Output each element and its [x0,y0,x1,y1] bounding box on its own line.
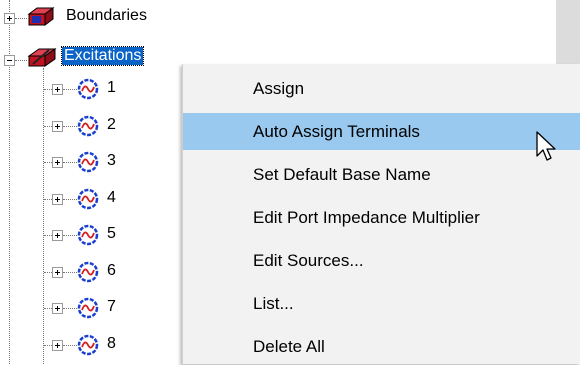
menu-item-label: Edit Port Impedance Multiplier [253,207,480,227]
tree-line [15,18,27,19]
port-icon [77,334,99,355]
menu-item-delete-all[interactable]: Delete All [183,328,580,365]
tree-line [63,125,77,127]
expand-port-button[interactable] [52,339,63,351]
menu-item-edit-sources[interactable]: Edit Sources... [183,242,580,279]
expand-port-button[interactable] [52,266,63,278]
tree-line [44,235,52,236]
tree-line [44,89,52,90]
tree-line [63,308,77,309]
mouse-pointer-icon [536,131,556,161]
port-icon [77,115,99,136]
tree-line [44,308,52,309]
tree-line [44,271,52,273]
expand-port-button[interactable] [52,303,63,314]
context-menu: Assign Auto Assign Terminals Set Default… [182,64,580,364]
menu-item-set-default-base-name[interactable]: Set Default Base Name [183,156,580,193]
tree-line [15,60,27,61]
tree-item-label: 4 [107,188,116,206]
tree-item-label: 5 [107,225,116,242]
tree-item-label: Boundaries [66,7,147,24]
collapse-excitations-button[interactable] [4,55,15,66]
menu-item-label: Auto Assign Terminals [253,121,420,141]
menu-item-assign[interactable]: Assign [183,70,580,107]
port-icon [77,78,99,100]
menu-item-list[interactable]: List... [183,285,580,322]
menu-item-label: List... [253,293,294,313]
menu-item-edit-port-impedance-multiplier[interactable]: Edit Port Impedance Multiplier [183,199,580,236]
tree-line [44,162,52,163]
tree-line [63,271,77,273]
expand-port-button[interactable] [52,230,63,241]
port-icon [77,261,99,282]
tree-line [43,68,44,364]
scrollbar[interactable] [556,0,580,64]
tree-item-label: 2 [107,115,116,133]
boundary-icon [27,7,55,26]
menu-item-label: Edit Sources... [253,250,364,270]
tree-item-label: 7 [107,298,116,315]
tree-line [63,162,77,163]
tree-line [44,344,52,346]
tree-item-label: 3 [107,152,116,169]
tree-item-label: 6 [107,261,116,279]
tree-line [44,125,52,127]
tree-item-label: Excitations [60,46,145,66]
tree-item-label: 8 [107,334,116,352]
port-icon [77,188,99,209]
expand-port-button[interactable] [52,84,63,95]
excitation-icon [27,48,57,67]
tree-line [63,235,77,236]
tree-line [63,344,77,346]
tree-line [63,89,77,90]
expand-port-button[interactable] [52,120,63,132]
port-icon [77,297,99,319]
menu-item-auto-assign-terminals[interactable]: Auto Assign Terminals [183,113,580,150]
menu-item-label: Set Default Base Name [253,164,431,184]
expand-boundaries-button[interactable] [4,13,15,24]
menu-item-label: Delete All [253,336,325,356]
expand-port-button[interactable] [52,157,63,168]
tree-line [44,198,52,200]
port-icon [77,151,99,173]
menu-item-label: Assign [253,78,305,98]
tree-line [63,198,77,200]
expand-port-button[interactable] [52,193,63,205]
tree-item-label: 1 [107,79,116,96]
port-icon [77,224,99,246]
